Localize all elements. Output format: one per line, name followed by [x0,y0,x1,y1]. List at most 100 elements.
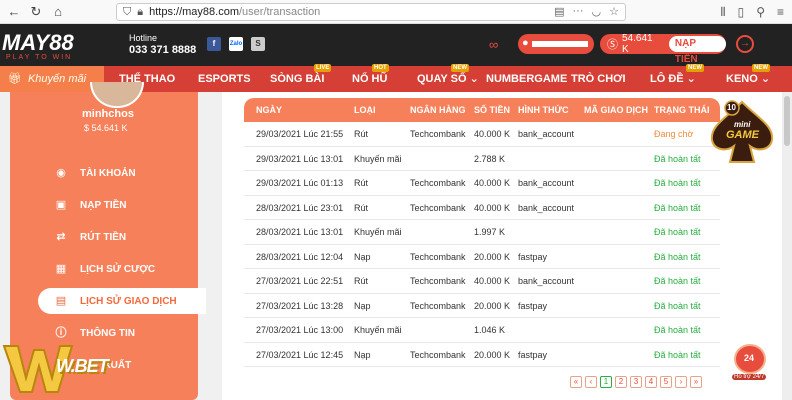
sidebar-toggle-icon[interactable]: ▯ [738,5,745,20]
cell-date: 29/03/2021 Lúc 01:13 [256,178,344,188]
zalo-icon[interactable]: Zalo [229,37,243,51]
cell-method: bank_account [518,276,575,286]
hotline: Hotline 033 371 8888 [129,32,196,56]
cell-amount: 20.000 K [474,349,511,360]
extension-icon[interactable]: ⚲ [756,5,765,20]
mini-game-badge[interactable]: 10 mini GAME [706,100,778,166]
table-header: NGÀY LOẠI NGÂN HÀNG SỐ TIỀN HÌNH THỨC MÃ… [244,98,720,122]
address-bar[interactable]: ⛉ 🔒︎ https://may88.com/user/transaction … [116,3,626,21]
page-button[interactable]: 1 [600,376,612,388]
transaction-panel: NGÀY LOẠI NGÂN HÀNG SỐ TIỀN HÌNH THỨC MÃ… [222,92,782,400]
avatar[interactable] [90,82,144,108]
pocket-icon[interactable]: ◡ [592,5,602,18]
page-button[interactable]: » [690,376,702,388]
page-button[interactable]: 5 [660,376,672,388]
col-bank: NGÂN HÀNG [410,105,466,115]
mini-game-line1: mini [734,120,751,129]
cell-bank: Techcombank [410,300,466,311]
table-row: 29/03/2021 Lúc 13:01 Khuyến mãi 2.788 K Đã … [244,147,720,171]
cell-status: Đã hoàn tất [654,202,701,213]
nav-casino[interactable]: SÒNG BÀI LIVE [270,64,332,92]
nav-promotions[interactable]: 🎁︎ Khuyến mãi [0,66,104,92]
support-number: 24 [744,353,755,363]
cell-date: 27/03/2021 Lúc 13:28 [256,300,344,311]
user-icon: ◉ [56,167,66,179]
logout-icon[interactable]: → [736,35,754,53]
cell-bank: Techcombank [410,129,466,139]
page-button[interactable]: 3 [630,376,642,388]
page-button[interactable]: ‹ [585,376,597,388]
menu-icon[interactable]: ≡ [777,5,784,20]
cell-method: bank_account [518,202,575,213]
nav-games[interactable]: TRÒ CHƠI [571,66,626,92]
link-icon[interactable]: ∞ [489,37,498,52]
support-badge[interactable]: 24 Hỗ trợ 24/7 [732,344,768,384]
site-logo[interactable]: MAY88 [2,30,74,56]
cell-type: Khuyến mãi [354,153,402,164]
hotline-label: Hotline [129,33,158,43]
cell-status: Đã hoàn tất [654,300,701,311]
shield-icon: ⛉ [123,5,132,18]
table-body: 29/03/2021 Lúc 21:55 Rút Techcombank 40.000… [244,122,720,367]
refresh-icon[interactable]: ↻ [26,4,46,20]
reader-icon[interactable]: ▤ [554,5,564,18]
cell-date: 29/03/2021 Lúc 21:55 [256,129,344,139]
watermark-text: W.BET [56,356,109,376]
sidebar-item-account[interactable]: ◉ TÀI KHOẢN [10,160,198,186]
cell-amount: 20.000 K [474,251,511,262]
table-row: 27/03/2021 Lúc 12:45 Nạp Techcombank 20.000… [244,343,720,367]
sidebar-item-transactions[interactable]: ▤ LỊCH SỬ GIAO DỊCH [38,288,206,314]
page-scrollbar[interactable] [782,92,792,400]
nav-lottery[interactable]: QUAY SỐ ⌄ NEW [417,64,479,92]
withdraw-icon: ⇄ [56,231,66,243]
cell-status: Đã hoàn tất [654,227,701,237]
nav-keno[interactable]: KENO ⌄ NEW [726,64,770,92]
nav-numbergame[interactable]: NUMBERGAME [486,66,567,92]
user-account-pill[interactable]: ● [518,34,594,54]
site-header: MAY88 PLAY TO WIN Hotline 033 371 8888 f… [0,24,792,66]
cell-status: Đã hoàn tất [654,276,701,286]
page-button[interactable]: 4 [645,376,657,388]
cell-type: Khuyến mãi [354,325,402,335]
hotline-number: 033 371 8888 [129,44,197,56]
bookmark-icon[interactable]: ☆ [609,5,619,18]
table-row: 28/03/2021 Lúc 23:01 Rút Techcombank 40.000… [244,196,720,220]
deposit-button[interactable]: NẠP TIỀN [668,36,726,65]
url-path: /user/transaction [238,6,321,18]
cell-date: 27/03/2021 Lúc 12:45 [256,349,344,360]
page-button[interactable]: « [570,376,582,388]
logo-tagline: PLAY TO WIN [6,54,73,61]
sidebar-item-withdraw[interactable]: ⇄ RÚT TIỀN [10,224,198,250]
page-button[interactable]: 2 [615,376,627,388]
col-date: NGÀY [256,105,283,115]
nav-esports[interactable]: ESPORTS [198,66,251,92]
back-icon[interactable]: ← [4,4,24,19]
cell-status: Đã hoàn tất [654,349,701,360]
support-label: Hỗ trợ 24/7 [732,374,767,380]
cell-date: 27/03/2021 Lúc 22:51 [256,276,344,286]
sidebar-item-deposit[interactable]: ▣ NẠP TIỀN [10,192,198,218]
nav-slots[interactable]: NỔ HŨ HOT [352,64,389,92]
sidebar-item-bet-history[interactable]: ▦ LỊCH SỬ CƯỢC [10,256,198,282]
col-transaction-id: MÃ GIAO DỊCH [584,105,648,115]
balance-pill: Ⓢ 54.641 K NẠP TIỀN [600,33,726,65]
redacted-username [532,41,588,47]
more-icon[interactable]: ··· [573,5,584,18]
table-row: 27/03/2021 Lúc 13:28 Nạp Techcombank 20.000… [244,294,720,318]
cell-status: Đang chờ [654,129,694,139]
transaction-table: NGÀY LOẠI NGÂN HÀNG SỐ TIỀN HÌNH THỨC MÃ… [244,98,720,367]
cell-status: Đã hoàn tất [654,153,701,164]
cell-method: fastpay [518,349,548,360]
cell-bank: Techcombank [410,178,466,188]
scroll-thumb[interactable] [784,96,790,146]
sidebar-balance: $ 54.641 K [84,123,128,133]
home-icon[interactable]: ⌂ [48,4,68,19]
library-icon[interactable]: ⫴ [721,5,726,20]
user-icon: ● [522,37,529,49]
cell-amount: 40.000 K [474,178,511,188]
nav-lode[interactable]: LÔ ĐỀ ⌄ NEW [650,64,704,92]
skype-icon[interactable]: S [251,37,265,51]
facebook-icon[interactable]: f [207,37,221,51]
page-button[interactable]: › [675,376,687,388]
nav-badge: LIVE [314,64,332,72]
